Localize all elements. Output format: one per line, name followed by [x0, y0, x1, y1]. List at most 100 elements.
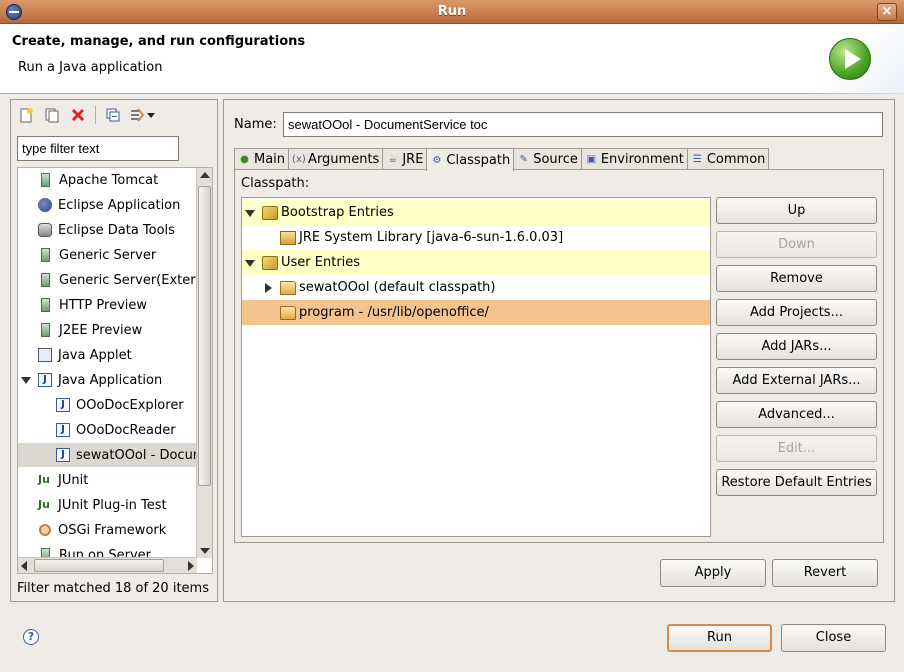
- window-title: Run: [437, 4, 467, 19]
- duplicate-configuration-icon[interactable]: [41, 104, 63, 126]
- tree-item[interactable]: J OOoDocReader: [18, 418, 197, 442]
- vertical-scroll-thumb[interactable]: [198, 186, 211, 486]
- add-external-jars-button[interactable]: Add External JARs...: [716, 367, 877, 394]
- tree-item[interactable]: Generic Server(Extern: [18, 268, 197, 292]
- tree-item[interactable]: HTTP Preview: [18, 293, 197, 317]
- tree-item-label: HTTP Preview: [59, 297, 148, 313]
- help-icon[interactable]: ?: [23, 629, 39, 645]
- tree-item[interactable]: Apache Tomcat: [18, 168, 197, 192]
- delete-configuration-icon[interactable]: [67, 104, 89, 126]
- tree-vertical-scrollbar[interactable]: [196, 168, 212, 558]
- collapse-twisty-icon[interactable]: [244, 206, 256, 220]
- revert-button[interactable]: Revert: [772, 559, 878, 587]
- server-icon: [41, 298, 50, 312]
- tree-item[interactable]: J Java Application: [18, 368, 197, 392]
- tab-label: Classpath: [446, 152, 511, 168]
- scroll-left-icon[interactable]: [21, 561, 27, 571]
- folder-icon: [280, 280, 296, 295]
- up-button[interactable]: Up: [716, 197, 877, 224]
- java-app-icon: J: [56, 423, 70, 437]
- close-button[interactable]: Close: [781, 624, 886, 652]
- configurations-panel: Apache Tomcat Eclipse Application Eclipse …: [10, 99, 218, 602]
- tab-source[interactable]: ✎ Source: [513, 148, 582, 170]
- restore-default-entries-button[interactable]: Restore Default Entries: [716, 469, 877, 496]
- close-window-button[interactable]: ×: [877, 3, 897, 21]
- tree-horizontal-scrollbar[interactable]: [18, 557, 197, 573]
- remove-button[interactable]: Remove: [716, 265, 877, 292]
- junit-icon: Ju: [38, 473, 50, 486]
- tree-item[interactable]: Eclipse Application: [18, 193, 197, 217]
- classpath-tree: Bootstrap Entries JRE System Library [jav…: [241, 197, 711, 537]
- main-tab-icon: ●: [240, 154, 249, 165]
- edit-button[interactable]: Edit...: [716, 435, 877, 462]
- filter-input[interactable]: [17, 136, 179, 161]
- tab-label: Source: [533, 152, 578, 167]
- tab-classpath[interactable]: ⚙ Classpath: [426, 148, 515, 171]
- title-bar: Run ×: [0, 0, 904, 24]
- tab-arguments[interactable]: (x) Arguments: [288, 148, 384, 170]
- tree-item[interactable]: JsewatOOol - Docur: [18, 443, 197, 467]
- down-button[interactable]: Down: [716, 231, 877, 258]
- collapse-twisty-icon[interactable]: [244, 256, 256, 270]
- configuration-tree-list: Apache Tomcat Eclipse Application Eclipse …: [18, 168, 197, 558]
- tree-item-label: Java Application: [58, 372, 163, 388]
- tab-jre[interactable]: ☕ JRE: [382, 148, 428, 170]
- tree-item[interactable]: J OOoDocExplorer: [18, 393, 197, 417]
- tree-item-label: Eclipse Application: [58, 197, 181, 213]
- tree-item[interactable]: OSGi Framework: [18, 518, 197, 542]
- configurations-toolbar: [15, 104, 158, 126]
- classpath-entry[interactable]: User Entries: [242, 250, 710, 275]
- configuration-editor: Name: ● Main(x)Arguments☕JRE⚙Classpath✎So…: [223, 99, 895, 602]
- classpath-entry[interactable]: Bootstrap Entries: [242, 200, 710, 225]
- name-input[interactable]: [283, 112, 883, 137]
- tree-item-label: OOoDocExplorer: [76, 397, 184, 413]
- tree-item-label: Apache Tomcat: [59, 172, 159, 188]
- tree-item[interactable]: Run on Server: [18, 543, 197, 558]
- tab-common[interactable]: ☰ Common: [686, 148, 770, 170]
- run-button[interactable]: Run: [667, 624, 772, 652]
- tree-item[interactable]: J2EE Preview: [18, 318, 197, 342]
- name-label: Name:: [234, 117, 277, 132]
- environment-tab-icon: ▣: [586, 154, 597, 165]
- advanced-button[interactable]: Advanced...: [716, 401, 877, 428]
- tree-item-label: J2EE Preview: [59, 322, 143, 338]
- classpath-entry[interactable]: program - /usr/lib/openoffice/: [242, 300, 710, 325]
- horizontal-scroll-thumb[interactable]: [34, 559, 164, 572]
- tab-label: Main: [254, 152, 286, 167]
- classpath-entry-label: Bootstrap Entries: [281, 205, 394, 220]
- tab-label: JRE: [402, 152, 424, 167]
- apply-button[interactable]: Apply: [660, 559, 766, 587]
- junit-icon: Ju: [38, 498, 50, 511]
- collapse-all-icon[interactable]: [102, 104, 124, 126]
- add-projects-button[interactable]: Add Projects...: [716, 299, 877, 326]
- tree-item[interactable]: Java Applet: [18, 343, 197, 367]
- tree-item[interactable]: Eclipse Data Tools: [18, 218, 197, 242]
- classpath-entry[interactable]: JRE System Library [java-6-sun-1.6.0.03]: [242, 225, 710, 250]
- tab-main[interactable]: ● Main: [234, 148, 290, 170]
- toolbar-separator: [95, 106, 96, 124]
- classpath-entry[interactable]: sewatOOol (default classpath): [242, 275, 710, 300]
- tree-item-label: Generic Server: [59, 247, 157, 263]
- classpath-entry-label: program - /usr/lib/openoffice/: [299, 305, 489, 320]
- dialog-header: Create, manage, and run configurations R…: [0, 24, 904, 94]
- add-jars-button[interactable]: Add JARs...: [716, 333, 877, 360]
- jar-icon: [280, 230, 296, 245]
- expand-twisty-icon[interactable]: [262, 281, 274, 295]
- server-icon: [41, 273, 50, 287]
- new-configuration-icon[interactable]: [15, 104, 37, 126]
- filter-menu-icon[interactable]: [128, 104, 158, 126]
- tree-item[interactable]: Ju JUnit Plug-in Test: [18, 493, 197, 517]
- tree-item[interactable]: Generic Server: [18, 243, 197, 267]
- tree-item[interactable]: Ju JUnit: [18, 468, 197, 492]
- run-banner-icon: [829, 38, 871, 80]
- scroll-up-icon[interactable]: [200, 172, 210, 178]
- tree-item-label: OOoDocReader: [76, 422, 176, 438]
- editor-tabs: ● Main (x) Arguments ☕ JRE ⚙ Classpath ✎ Source ▣ E…: [234, 148, 770, 171]
- tree-item-label: JUnit: [58, 472, 89, 488]
- tab-environment[interactable]: ▣ Environment: [580, 148, 688, 170]
- expand-twisty-icon[interactable]: [20, 373, 32, 387]
- scroll-down-icon[interactable]: [200, 548, 210, 554]
- arguments-tab-icon: (x): [292, 154, 306, 165]
- bundle-icon: [262, 205, 278, 220]
- scroll-right-icon[interactable]: [188, 561, 194, 571]
